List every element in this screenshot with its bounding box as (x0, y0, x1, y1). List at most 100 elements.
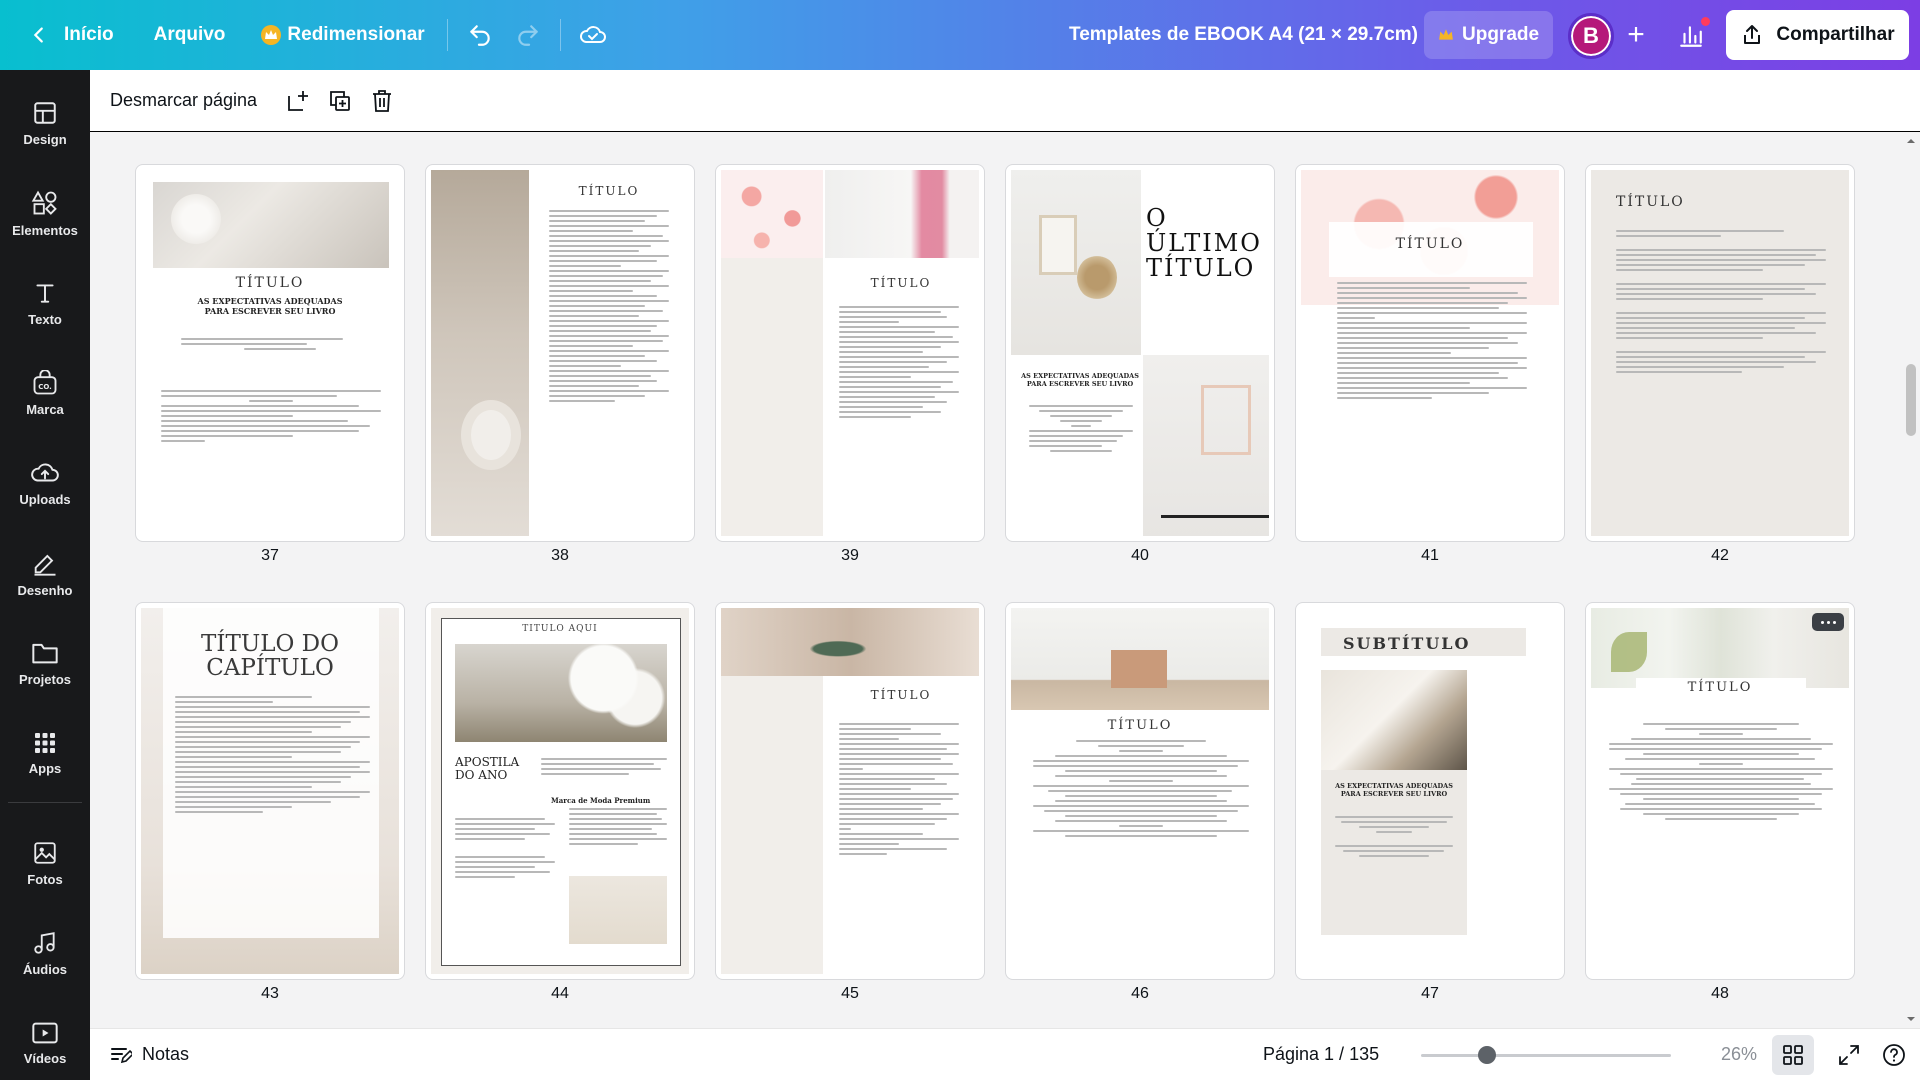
sidebar-item-videos[interactable]: Vídeos (0, 998, 90, 1088)
grid-view-button[interactable] (1772, 1035, 1814, 1075)
resize-button[interactable]: Redimensionar (247, 11, 438, 59)
upgrade-label: Upgrade (1462, 24, 1540, 45)
sidebar-item-text[interactable]: Texto (0, 258, 90, 348)
avatar-initial: B (1583, 23, 1599, 48)
analytics-button[interactable] (1668, 13, 1714, 59)
page-number: 41 (1421, 547, 1439, 564)
deselect-page-button[interactable]: Desmarcar página (110, 90, 257, 111)
page-thumbnail[interactable]: TITULO AQUI APOSTILA DO ANO Marca de Mod… (425, 602, 695, 980)
pages-grid: TÍTULO AS EXPECTATIVAS ADEQUADAS PARA ES… (90, 132, 1920, 1028)
page-preview: TÍTULO DO CAPÍTULO (141, 608, 399, 974)
file-menu-button[interactable]: Arquivo (140, 11, 240, 59)
help-button[interactable] (1874, 1035, 1914, 1075)
file-menu-label: Arquivo (153, 24, 226, 45)
video-icon (32, 1022, 58, 1043)
cloud-save-button[interactable] (569, 11, 617, 59)
frame-shape (1039, 215, 1077, 275)
page-thumbnail[interactable]: TÍTULO (1585, 602, 1855, 980)
page-thumbnail[interactable]: TÍTULO (715, 602, 985, 980)
page-preview: TÍTULO (1591, 608, 1849, 974)
page-subtitle: AS EXPECTATIVAS ADEQUADAS PARA ESCREVER … (1021, 372, 1139, 388)
sidebar-item-elements[interactable]: Elementos (0, 168, 90, 258)
share-button[interactable]: Compartilhar (1726, 10, 1909, 60)
sidebar-item-uploads[interactable]: Uploads (0, 438, 90, 528)
sidebar-item-photos[interactable]: Fotos (0, 818, 90, 908)
duplicate-page-button[interactable] (319, 80, 361, 122)
vertical-scrollbar[interactable] (1902, 132, 1920, 1028)
cloud-upload-icon (31, 463, 59, 481)
expand-icon (1839, 1045, 1859, 1065)
pen-icon (34, 554, 56, 576)
side-title: APOSTILA DO ANO (455, 755, 520, 782)
sidebar-label-projects: Projetos (18, 671, 71, 687)
zoom-slider-track[interactable] (1421, 1054, 1671, 1057)
dried-flowers (1077, 255, 1117, 300)
page-thumbnail[interactable]: O ÚLTIMO TÍTULO AS EXPECTATIVAS ADEQUADA… (1005, 164, 1275, 542)
chevron-left-icon (33, 27, 43, 43)
sidebar-label-audio: Áudios (22, 961, 68, 977)
notes-label: Notas (142, 1044, 190, 1064)
sidebar-item-apps[interactable]: Apps (0, 708, 90, 798)
redo-button[interactable] (504, 11, 552, 59)
page-thumbnail[interactable]: TÍTULO AS EXPECTATIVAS ADEQUADAS PARA ES… (135, 164, 405, 542)
zoom-level[interactable]: 26% (1721, 1044, 1757, 1065)
document-title[interactable]: Templates de EBOOK A4 (21 × 29.7cm) (1069, 0, 1418, 70)
upgrade-button[interactable]: Upgrade (1424, 11, 1554, 59)
page-indicator[interactable]: Página 1 / 135 (1263, 1044, 1379, 1065)
page-title: TÍTULO (235, 275, 305, 291)
notes-icon (111, 1047, 132, 1063)
beige-panel (721, 258, 823, 536)
page-title: TÍTULO (870, 688, 932, 702)
sidebar-item-design[interactable]: Design (0, 78, 90, 168)
fullscreen-button[interactable] (1829, 1035, 1869, 1075)
page-thumbnail[interactable]: TÍTULO (1295, 164, 1565, 542)
sidebar-item-draw[interactable]: Desenho (0, 528, 90, 618)
photo-icon (34, 841, 56, 864)
redo-icon (517, 25, 538, 46)
page-number: 40 (1131, 547, 1149, 564)
undo-icon (469, 25, 490, 46)
page-preview: TITULO AQUI APOSTILA DO ANO Marca de Mod… (431, 608, 689, 974)
page-thumbnail[interactable]: TÍTULO (1005, 602, 1275, 980)
text-icon (36, 283, 54, 303)
sidebar-item-brand[interactable]: CO. Marca (0, 348, 90, 438)
body-text (175, 696, 370, 816)
crown-icon (261, 25, 282, 45)
page-number: 43 (261, 985, 279, 1002)
sidebar-item-projects[interactable]: Projetos (0, 618, 90, 708)
page-more-options-button[interactable] (1812, 613, 1844, 631)
zoom-slider-handle[interactable] (1478, 1046, 1496, 1064)
page-title: TÍTULO (1107, 718, 1173, 733)
page-number: 46 (1131, 985, 1149, 1002)
folder-icon (32, 643, 58, 663)
body-text (549, 210, 669, 405)
page-thumbnail[interactable]: TÍTULO DO CAPÍTULO (135, 602, 405, 980)
avatar[interactable]: B (1568, 13, 1614, 59)
shapes-icon (31, 190, 57, 215)
notes-button[interactable]: Notas (110, 1044, 189, 1065)
scrollbar-thumb[interactable] (1906, 364, 1916, 436)
page-number: 38 (551, 547, 569, 564)
add-collaborator-button[interactable]: + (1614, 13, 1658, 57)
delete-page-button[interactable] (361, 80, 403, 122)
undo-button[interactable] (456, 11, 504, 59)
help-icon (1883, 1044, 1905, 1066)
layout-icon (34, 101, 56, 124)
brand-name: Marca de Moda Premium (551, 796, 651, 805)
page-title: TÍTULO (1616, 194, 1685, 210)
crown-icon (1439, 29, 1453, 40)
body-text (839, 723, 959, 858)
page-thumbnail[interactable]: TÍTULO (715, 164, 985, 542)
body-text (1609, 723, 1833, 823)
add-page-button[interactable] (277, 80, 319, 122)
page-number: 47 (1421, 985, 1439, 1002)
page-title: TÍTULO (870, 276, 932, 290)
page-thumbnail[interactable]: SUBTÍTULO AS EXPECTATIVAS ADEQUADAS PARA… (1295, 602, 1565, 980)
page-subtitle: AS EXPECTATIVAS ADEQUADAS PARA ESCREVER … (197, 296, 343, 316)
sidebar-item-audio[interactable]: Áudios (0, 908, 90, 998)
music-icon (34, 931, 55, 954)
page-thumbnail[interactable]: TÍTULO (1585, 164, 1855, 542)
divider (446, 19, 448, 51)
home-button[interactable]: Início (14, 11, 128, 59)
page-thumbnail[interactable]: TÍTULO (425, 164, 695, 542)
